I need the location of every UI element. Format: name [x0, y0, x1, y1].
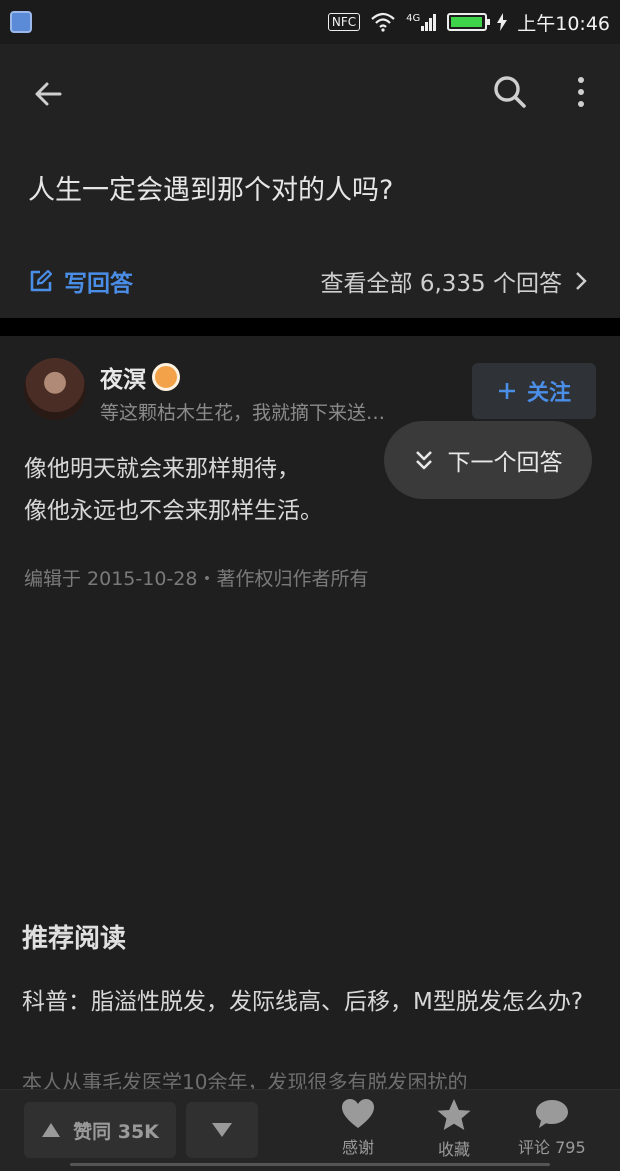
comment-label: 评论 795: [518, 1138, 586, 1157]
agree-button[interactable]: 赞同 35K: [24, 1102, 176, 1158]
answer-content: 像他明天就会来那样期待， 像他永远也不会来那样生活。: [24, 448, 323, 532]
author-badge-icon: [152, 363, 180, 391]
recommended-title: 推荐阅读: [22, 924, 127, 954]
author-name-row[interactable]: 夜溟: [100, 360, 180, 394]
recommended-item-title[interactable]: 科普：脂溢性脱发，发际线高、后移，M型脱发怎么办?: [22, 984, 607, 1020]
question-header: 人生一定会遇到那个对的人吗? 写回答 查看全部 6,335 个回答: [0, 138, 620, 318]
author-bio: 等这颗枯木生花，我就摘下来送…: [100, 402, 386, 424]
wifi-icon: [371, 12, 395, 32]
follow-label: 关注: [526, 381, 571, 406]
heart-icon: [342, 1099, 374, 1128]
follow-button[interactable]: 关注: [472, 363, 596, 419]
view-all-answers-link[interactable]: 查看全部 6,335 个回答: [321, 264, 588, 298]
answer-card: 夜溟 等这颗枯木生花，我就摘下来送… 关注 像他明天就会来那样期待， 像他永远也…: [0, 336, 620, 1171]
thanks-button[interactable]: 感谢: [340, 1098, 376, 1158]
author-avatar[interactable]: [24, 358, 86, 420]
answer-line: 像他永远也不会来那样生活。: [24, 498, 323, 524]
next-answer-button[interactable]: 下一个回答: [384, 421, 592, 499]
signal-bars-icon: [421, 14, 437, 31]
battery-icon: [447, 13, 491, 31]
agree-label: 赞同 35K: [73, 1120, 159, 1143]
status-time: 上午10:46: [517, 12, 610, 35]
cellular-signal: 4G: [406, 13, 437, 31]
network-type: 4G: [406, 13, 421, 24]
question-title[interactable]: 人生一定会遇到那个对的人吗?: [28, 168, 393, 207]
author-name: 夜溟: [100, 367, 146, 393]
write-answer-label: 写回答: [64, 271, 133, 297]
triangle-up-icon: [42, 1123, 61, 1137]
answer-meta: 编辑于 2015-10-28・著作权归作者所有: [24, 568, 369, 590]
app-bar: [0, 44, 620, 138]
answer-line: 像他明天就会来那样期待，: [24, 456, 300, 482]
triangle-down-icon: [212, 1123, 232, 1137]
charging-icon: [497, 13, 508, 31]
comment-icon: [535, 1100, 568, 1128]
double-chevron-down-icon: [415, 451, 432, 470]
collect-label: 收藏: [437, 1140, 470, 1159]
view-all-label: 查看全部 6,335 个回答: [320, 271, 562, 297]
collect-button[interactable]: 收藏: [436, 1098, 472, 1160]
write-answer-button[interactable]: 写回答: [28, 264, 133, 298]
back-arrow-icon[interactable]: [28, 74, 68, 114]
notification-app-icon: [10, 11, 32, 33]
status-bar: NFC 4G 上午10:46: [0, 0, 620, 44]
more-options-icon[interactable]: [566, 72, 596, 112]
plus-icon: [498, 383, 515, 399]
next-answer-label: 下一个回答: [447, 450, 563, 476]
nfc-indicator: NFC: [327, 13, 361, 31]
comment-button[interactable]: 评论 795: [518, 1098, 586, 1158]
section-divider: [0, 318, 620, 336]
battery-fill: [451, 17, 482, 27]
bottom-action-bar: 赞同 35K 感谢 收藏 评论 795: [0, 1089, 620, 1171]
search-icon[interactable]: [490, 72, 530, 112]
chevron-right-icon: [576, 272, 587, 290]
disagree-button[interactable]: [186, 1102, 258, 1158]
star-icon: [437, 1099, 471, 1130]
edit-icon: [30, 269, 53, 292]
thanks-label: 感谢: [341, 1138, 374, 1157]
home-indicator: [70, 1163, 550, 1166]
